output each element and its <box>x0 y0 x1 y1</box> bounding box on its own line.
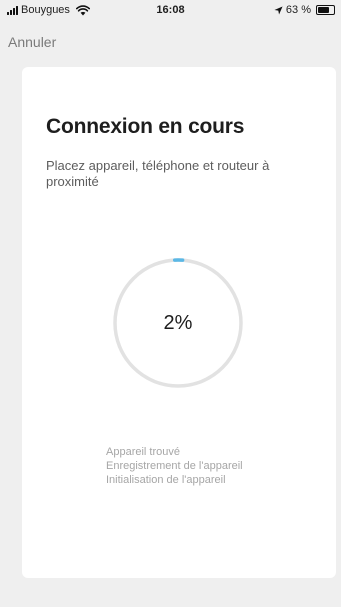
connection-card: Connexion en cours Placez appareil, télé… <box>22 67 336 578</box>
progress-ring: 2% <box>112 257 244 389</box>
instruction-text: Placez appareil, téléphone et routeur à … <box>46 158 270 189</box>
step-device-initialization: Initialisation de l'appareil <box>106 474 226 486</box>
status-bar: Bouygues 16:08 63 % <box>0 0 341 22</box>
setup-steps-list: Appareil trouvé Enregistrement de l'appa… <box>106 445 243 487</box>
battery-fill <box>318 7 329 13</box>
page-title: Connexion en cours <box>46 115 245 138</box>
location-arrow-icon <box>274 5 283 15</box>
cancel-button[interactable]: Annuler <box>8 34 56 50</box>
status-right: 63 % <box>274 4 335 16</box>
battery-icon <box>316 5 335 15</box>
battery-percent: 63 % <box>285 4 311 16</box>
step-device-found: Appareil trouvé <box>106 446 180 458</box>
step-device-registration: Enregistrement de l'appareil <box>106 460 243 472</box>
progress-value: 2% <box>163 311 193 334</box>
